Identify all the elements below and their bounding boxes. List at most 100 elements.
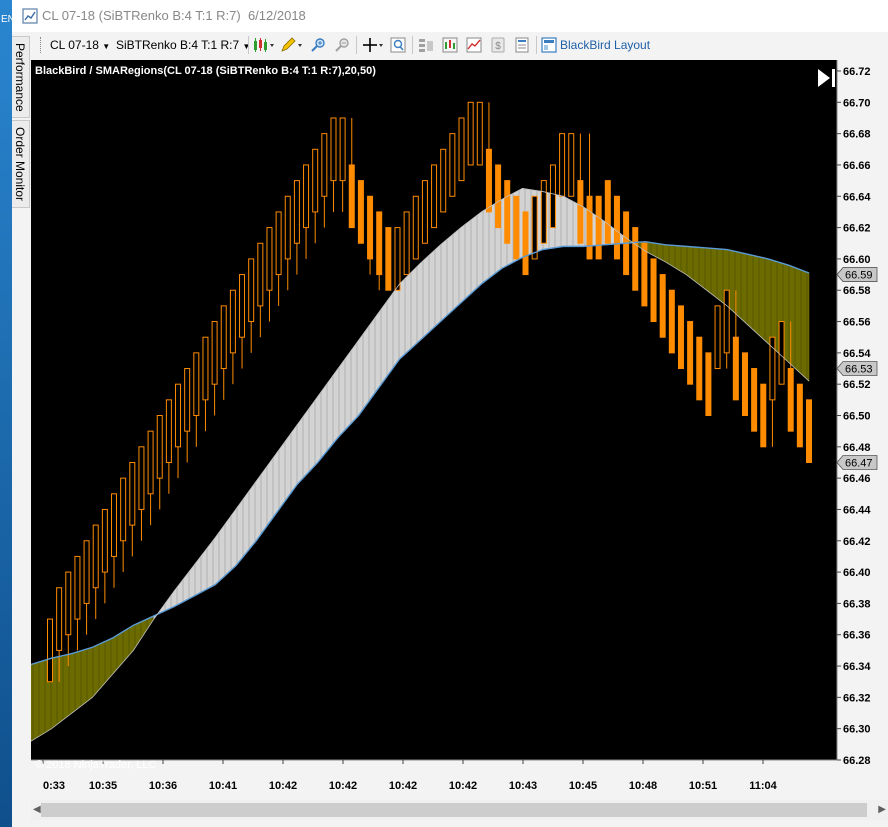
data-series-icon[interactable] (442, 37, 458, 53)
tab-order-monitor-label: Order Monitor (13, 127, 27, 202)
bar-up (284, 195, 291, 260)
chart-toolbar: CL 07-18 ▼ SiBTRenko B:4 T:1 R:7 ▼ $ Bla… (12, 32, 888, 58)
bar-up (440, 148, 447, 213)
price-tick-label: 66.48 (843, 442, 871, 454)
drawing-tool-pencil-icon[interactable] (280, 37, 302, 53)
bar-down (513, 195, 520, 260)
bar-up (193, 352, 200, 417)
blackbird-layout-button[interactable]: BlackBird Layout (560, 36, 650, 54)
bar-up (83, 540, 90, 604)
bar-up (559, 133, 566, 197)
bar-up (120, 477, 127, 542)
bar-up (549, 164, 556, 229)
bar-up (129, 461, 136, 526)
bar-up (714, 305, 721, 370)
bar-up (769, 336, 776, 401)
bar-up (211, 321, 218, 385)
bar-down (787, 368, 794, 432)
bar-up (184, 368, 191, 432)
time-tick-label: 10:43 (509, 780, 537, 792)
chart-window: CL 07-18 (SiBTRenko B:4 T:1 R:7) 6/12/20… (12, 0, 888, 827)
time-tick-label: 10:42 (269, 780, 297, 792)
bar-down (504, 180, 511, 244)
price-tick-label: 66.56 (843, 317, 871, 329)
bar-up (220, 305, 227, 370)
chevron-down-icon: ▼ (102, 42, 111, 51)
bar-down (595, 195, 602, 260)
zoom-out-icon[interactable] (334, 37, 350, 53)
bar-up (56, 587, 63, 651)
scrollbar-thumb[interactable] (41, 803, 867, 817)
bar-up (111, 493, 118, 557)
scroll-right-icon[interactable]: ▶ (878, 804, 886, 815)
title-bar[interactable]: CL 07-18 (SiBTRenko B:4 T:1 R:7) 6/12/20… (12, 0, 888, 32)
desktop-edge: EN (0, 0, 15, 827)
price-tick-label: 66.64 (843, 191, 871, 203)
price-tick-label: 66.30 (843, 724, 871, 736)
bars-type-selector[interactable]: SiBTRenko B:4 T:1 R:7 ▼ (116, 36, 250, 54)
bar-down (760, 383, 767, 448)
bar-down (385, 227, 392, 291)
price-tick-label: 66.50 (843, 411, 871, 423)
time-tick-label: 10:41 (209, 780, 237, 792)
properties-icon[interactable] (514, 37, 530, 53)
price-chart[interactable]: 66.72 66.70 66.68 66.66 66.64 66.62 66.60 66.58… (30, 60, 888, 800)
zoom-in-icon[interactable] (310, 37, 326, 53)
strategies-icon[interactable]: $ (490, 37, 506, 53)
bar-down (577, 180, 584, 244)
price-marker-label: 66.53 (845, 364, 873, 376)
bar-up (321, 133, 328, 197)
bar-up (266, 227, 273, 291)
price-tick-label: 66.46 (843, 473, 871, 485)
bar-down (641, 242, 648, 307)
bar-down (705, 352, 712, 417)
price-tick-label: 66.40 (843, 567, 871, 579)
bar-down (357, 180, 364, 244)
instruments-icon[interactable] (418, 37, 434, 53)
bar-up (65, 571, 72, 636)
price-tick-label: 66.54 (843, 348, 871, 360)
data-box-icon[interactable] (390, 37, 406, 53)
tab-order-monitor[interactable]: Order Monitor (12, 120, 30, 208)
time-tick-label: 10:42 (329, 780, 357, 792)
toolbar-separator (248, 36, 249, 54)
time-tick-label: 0:33 (43, 780, 65, 792)
bar-down (659, 274, 666, 338)
bar-up (339, 117, 346, 182)
price-tick-label: 66.32 (843, 692, 871, 704)
bar-down (376, 211, 383, 276)
copyright-label: © 2018 NinjaTrader, LLC (35, 759, 156, 771)
bar-up (394, 227, 401, 291)
bar-up (257, 242, 264, 307)
bar-up (330, 117, 337, 182)
bar-up (229, 289, 236, 354)
price-tick-label: 66.70 (843, 97, 871, 109)
bar-up (458, 117, 465, 182)
horizontal-scrollbar[interactable]: ◀ ▶ (31, 800, 888, 820)
price-marker-label: 66.59 (845, 270, 873, 282)
time-tick-label: 11:04 (749, 780, 777, 792)
chart-style-icon[interactable] (252, 37, 274, 53)
price-axis-ticks: 66.72 66.70 66.68 66.66 66.64 66.62 66.60 66.58… (837, 66, 871, 767)
time-tick-label: 10:45 (569, 780, 597, 792)
bar-up (156, 415, 163, 479)
layout-icon[interactable] (541, 37, 557, 53)
time-tick-label: 10:42 (449, 780, 477, 792)
time-tick-label: 10:51 (689, 780, 717, 792)
bar-down (806, 399, 812, 463)
toolbar-separator (412, 36, 413, 54)
window-title: CL 07-18 (SiBTRenko B:4 T:1 R:7) 6/12/20… (42, 8, 306, 23)
bar-up (568, 133, 575, 197)
crosshair-icon[interactable] (362, 37, 384, 53)
bar-up (239, 274, 246, 338)
toolbar-grip[interactable] (40, 37, 44, 53)
bar-down (668, 289, 675, 354)
price-tick-label: 66.58 (843, 285, 871, 297)
tab-performance[interactable]: Performance (12, 36, 30, 118)
bar-up (47, 618, 53, 683)
indicators-icon[interactable] (466, 37, 482, 53)
instrument-selector[interactable]: CL 07-18 ▼ (50, 36, 110, 54)
scroll-left-icon[interactable]: ◀ (33, 804, 41, 815)
chart-panel[interactable]: 66.72 66.70 66.68 66.66 66.64 66.62 66.60 66.58… (30, 60, 888, 800)
price-tick-label: 66.38 (843, 598, 871, 610)
